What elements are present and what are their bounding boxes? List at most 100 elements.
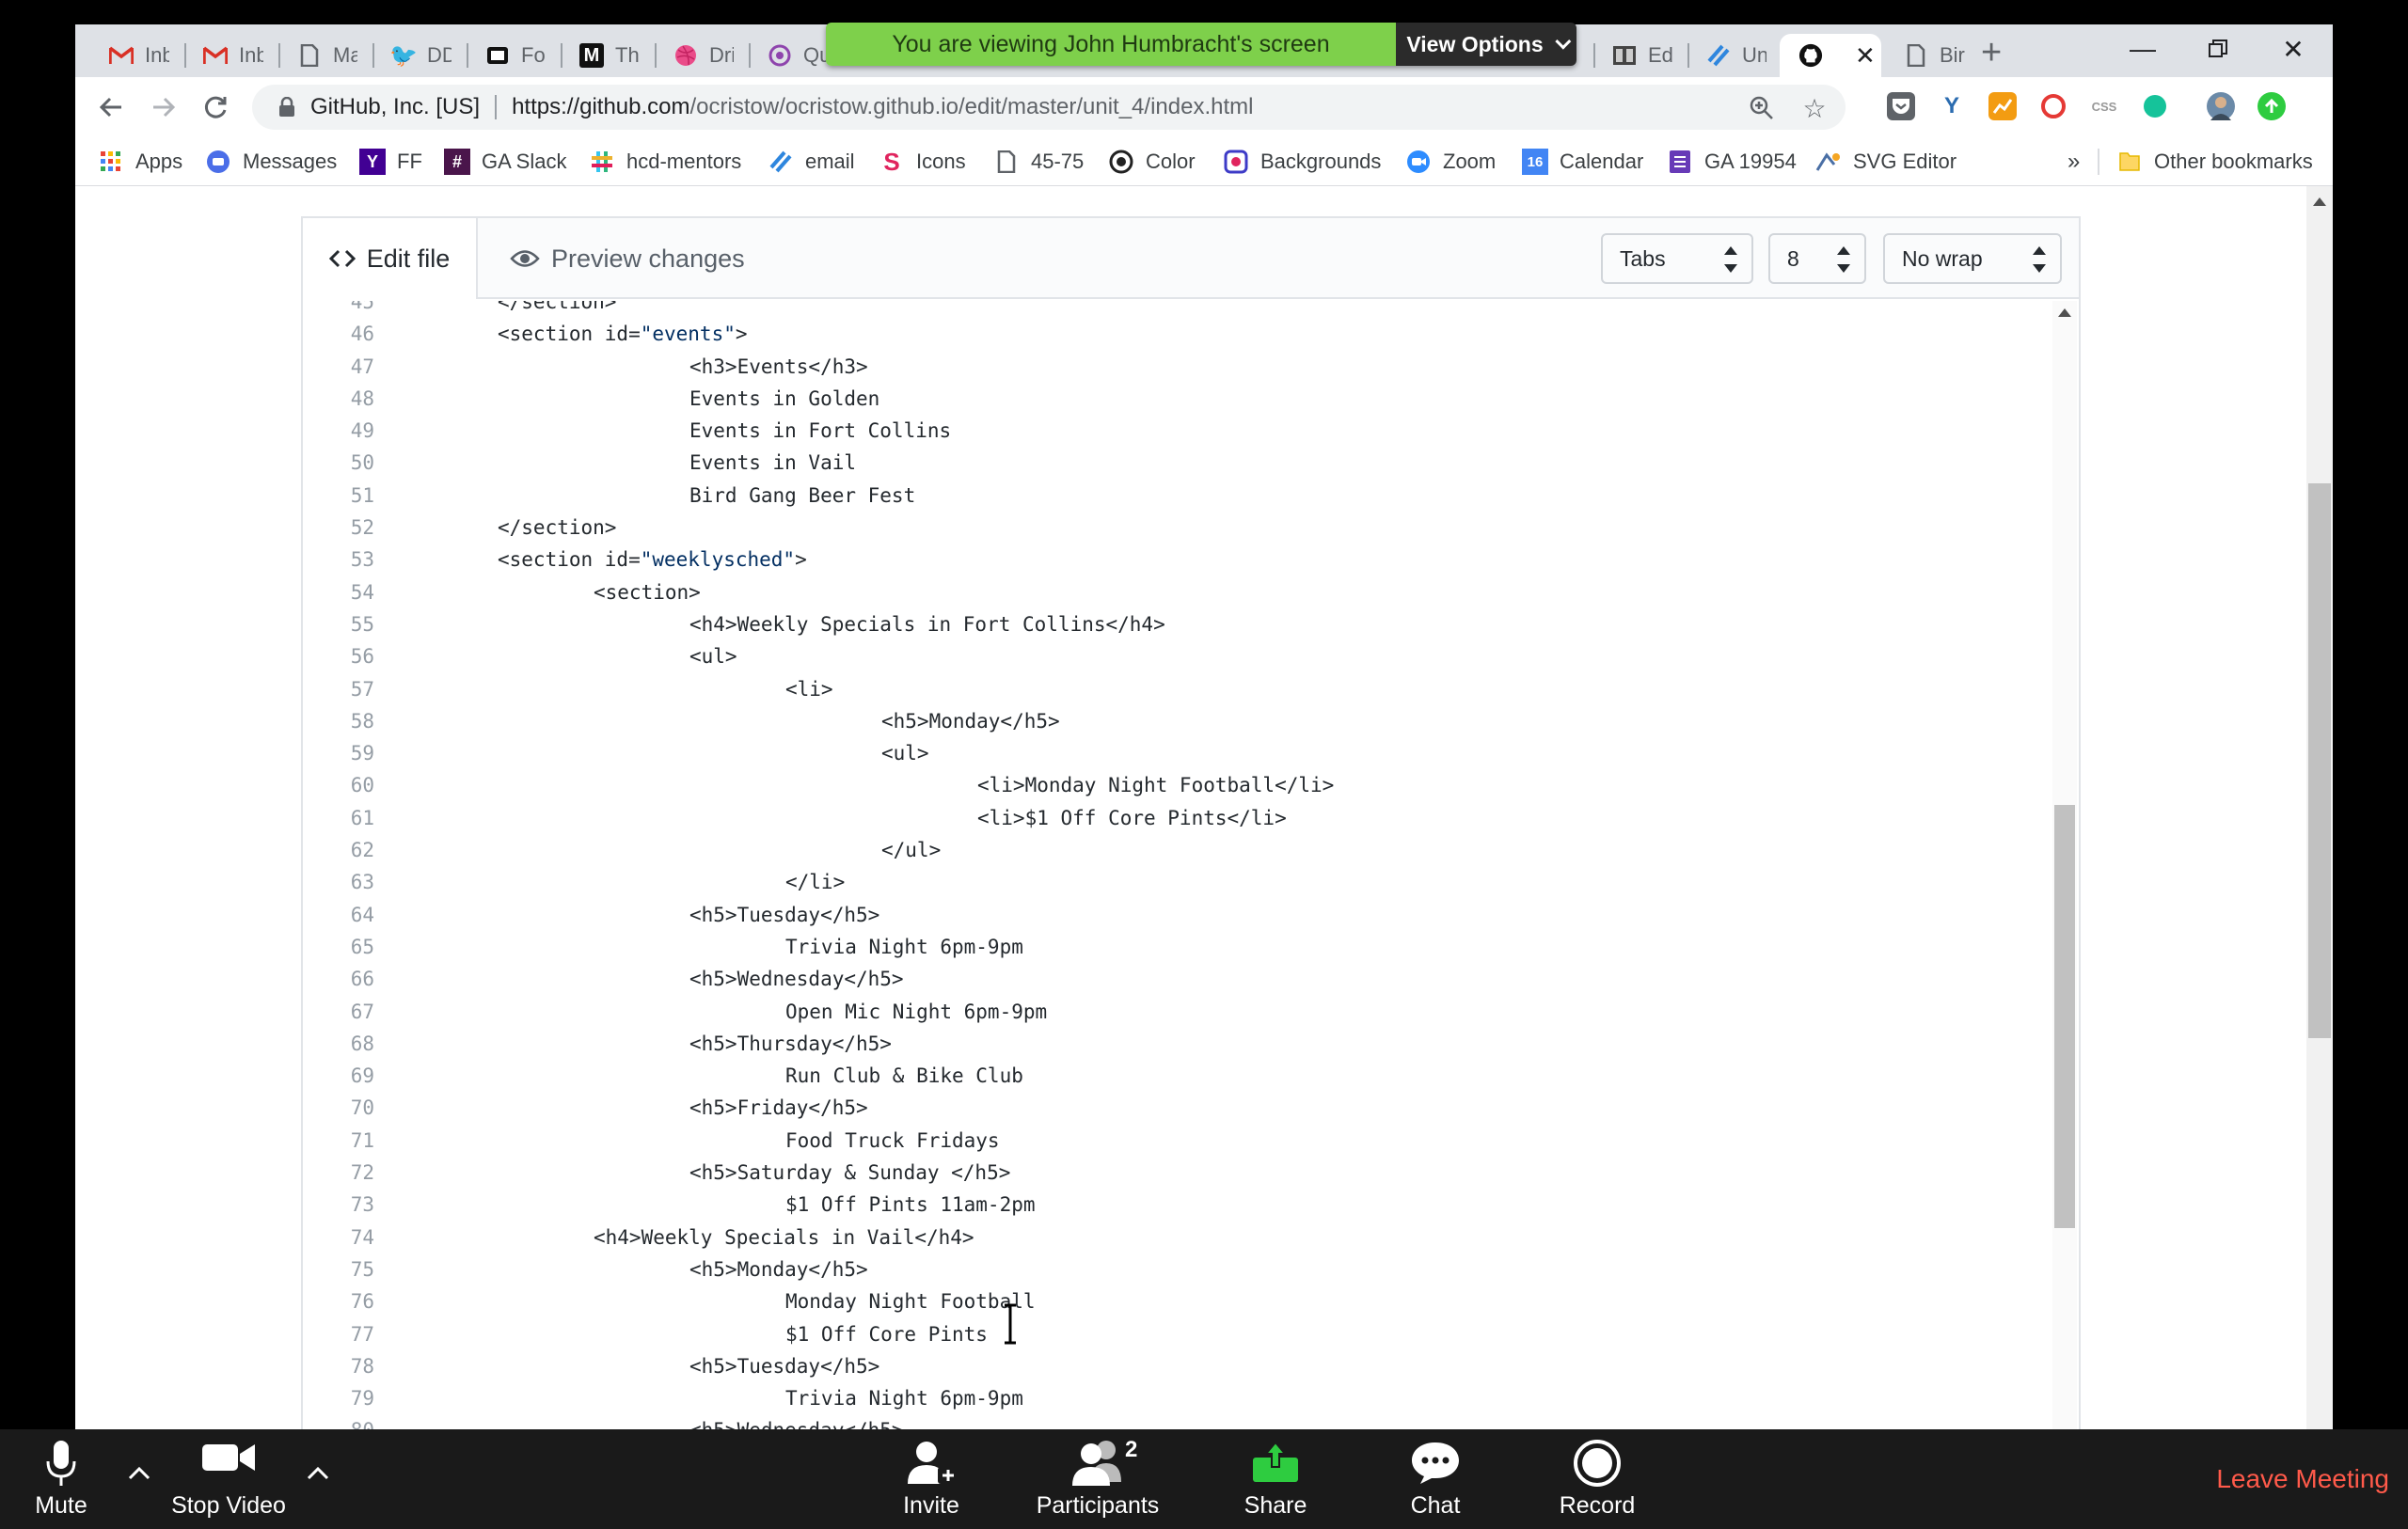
page-scrollbar[interactable]: [2306, 186, 2333, 1429]
line-code: </section>: [498, 301, 616, 318]
line-number: 67: [350, 1000, 374, 1023]
invite-button[interactable]: Invite: [894, 1429, 969, 1529]
close-window-icon[interactable]: ✕: [2267, 30, 2320, 68]
other-bookmarks[interactable]: Other bookmarks: [2116, 147, 2313, 177]
select-caret-icon: [1836, 246, 1851, 273]
code-token: <li>$1 Off Core Pints</li>: [977, 806, 1287, 829]
bookmark-svg-editor[interactable]: SVG Editor: [1815, 147, 1956, 177]
chevron-up-icon[interactable]: [127, 1461, 151, 1486]
browser-tab[interactable]: Inb: [184, 34, 263, 77]
browser-tab[interactable]: Edi: [1593, 34, 1672, 77]
bookmark-hcd-mentors[interactable]: hcd-mentors: [589, 147, 741, 177]
chat-button[interactable]: Chat: [1405, 1429, 1465, 1529]
code-token: <li>: [785, 677, 833, 701]
folder-icon: [2116, 149, 2143, 175]
bookmark-ga-slack[interactable]: # GA Slack: [444, 147, 566, 177]
bookmark-email[interactable]: email: [768, 147, 855, 177]
grammarly-icon[interactable]: [2141, 92, 2169, 120]
line-code: Monday Night Football: [785, 1285, 1036, 1317]
browser-tab[interactable]: Ma: [278, 34, 357, 77]
bookmark-backgrounds[interactable]: Backgrounds: [1223, 147, 1381, 177]
code-line: 64 <h5>Tuesday</h5>: [303, 899, 2043, 931]
code-line: 57 <li>: [303, 673, 2043, 705]
line-code: <li>: [785, 673, 833, 705]
svg-editor-icon: [1815, 149, 1842, 175]
mute-button[interactable]: Mute: [19, 1429, 103, 1529]
close-tab-icon[interactable]: ✕: [1855, 41, 1876, 71]
share-screen-button[interactable]: Share: [1240, 1429, 1311, 1529]
code-line: 55 <h4>Weekly Specials in Fort Collins</h…: [303, 608, 2043, 640]
restore-icon[interactable]: [2192, 30, 2244, 68]
code-scrollbar[interactable]: [2052, 301, 2077, 1429]
scroll-up-icon[interactable]: [2313, 197, 2326, 206]
css-icon[interactable]: CSS: [2090, 92, 2118, 120]
pocket-icon[interactable]: [1887, 92, 1915, 120]
page-scrollbar-thumb[interactable]: [2308, 483, 2331, 1038]
scroll-up-icon[interactable]: [2058, 308, 2071, 317]
indent-size-select[interactable]: 8: [1768, 233, 1866, 284]
leave-meeting-button[interactable]: Leave Meeting: [2216, 1429, 2389, 1529]
avatar[interactable]: [2207, 92, 2235, 120]
code-line: 80 <h5>Wednesday</h5>: [303, 1414, 2043, 1429]
bookmark-zoom[interactable]: Zoom: [1405, 147, 1496, 177]
tab-title: Qu: [803, 43, 828, 67]
wrap-mode-select[interactable]: No wrap: [1883, 233, 2062, 284]
line-number: 56: [350, 645, 374, 669]
site-identity[interactable]: GitHub, Inc. [US]: [310, 94, 480, 120]
stop-video-button[interactable]: Stop Video: [166, 1429, 292, 1529]
bookmark-ga-19954[interactable]: GA 19954: [1667, 147, 1797, 177]
line-number: 54: [350, 580, 374, 604]
minimize-icon[interactable]: —: [2116, 30, 2169, 68]
browser-tab[interactable]: 🐦 DD: [372, 34, 452, 77]
code-line: 69 Run Club & Bike Club: [303, 1060, 2043, 1092]
bookmarks-overflow-button[interactable]: »: [2067, 147, 2080, 177]
participants-button[interactable]: Participants: [1035, 1429, 1161, 1529]
bookmark-star-icon[interactable]: ☆: [1800, 94, 1829, 123]
code-token: <h5>Friday</h5>: [689, 1096, 868, 1120]
browser-tab[interactable]: Qu: [749, 34, 828, 77]
code-scrollbar-thumb[interactable]: [2054, 805, 2075, 1228]
chevron-up-icon[interactable]: [306, 1461, 330, 1486]
back-icon[interactable]: [92, 88, 130, 126]
bookmark-apps[interactable]: Apps: [98, 147, 182, 177]
view-options-button[interactable]: View Options: [1396, 23, 1576, 66]
record-button[interactable]: Record: [1556, 1429, 1639, 1529]
code-editor[interactable]: 45 </section> 46 <section id="events"> 47 <h3…: [303, 301, 2079, 1429]
new-tab-button[interactable]: +: [1981, 34, 2002, 71]
browser-tab[interactable]: Un: [1687, 34, 1766, 77]
indent-mode-select[interactable]: Tabs: [1601, 233, 1753, 284]
browser-tab[interactable]: Dri: [655, 34, 734, 77]
browser-tab[interactable]: For: [467, 34, 546, 77]
bookmark-calendar[interactable]: 16 Calendar: [1522, 147, 1643, 177]
code-line: 70 <h5>Friday</h5>: [303, 1092, 2043, 1124]
line-code: <section id="weeklysched">: [498, 544, 807, 575]
line-code: $1 Off Pints 11am-2pm: [785, 1189, 1036, 1221]
line-code: Events in Fort Collins: [689, 415, 951, 447]
bookmark-color[interactable]: Color: [1108, 147, 1196, 177]
line-number: 64: [350, 903, 374, 926]
reload-icon[interactable]: [198, 88, 235, 126]
browser-tab[interactable]: M The: [561, 34, 640, 77]
active-browser-tab[interactable]: ✕: [1780, 34, 1881, 77]
yoast-icon[interactable]: Y: [1938, 92, 1966, 120]
tab-preview-changes[interactable]: Preview changes: [510, 218, 745, 299]
zoom-magnifier-icon[interactable]: [1748, 94, 1776, 122]
line-code: Bird Gang Beer Fest: [689, 480, 915, 512]
update-icon[interactable]: [2258, 92, 2286, 120]
square-logo-icon: [1223, 149, 1249, 175]
opera-icon[interactable]: [2039, 92, 2067, 120]
browser-tab[interactable]: Inb: [90, 34, 169, 77]
browser-tab[interactable]: Bir: [1885, 34, 1966, 77]
line-number: 48: [350, 386, 374, 410]
line-number: 62: [350, 839, 374, 862]
bookmark-45-75[interactable]: 45-75: [993, 147, 1084, 177]
analytics-icon[interactable]: [1988, 92, 2017, 120]
address-bar[interactable]: GitHub, Inc. [US] https://github.com/ocr…: [252, 85, 1846, 130]
line-code: <section id="events">: [498, 318, 748, 350]
bookmark-messages[interactable]: Messages: [205, 147, 337, 177]
bookmark-icons[interactable]: S Icons: [879, 147, 965, 177]
tab-edit-file[interactable]: Edit file: [303, 218, 478, 299]
bookmark-ff[interactable]: Y FF: [359, 147, 422, 177]
forward-icon[interactable]: [145, 88, 182, 126]
video-camera-icon: [200, 1439, 257, 1476]
